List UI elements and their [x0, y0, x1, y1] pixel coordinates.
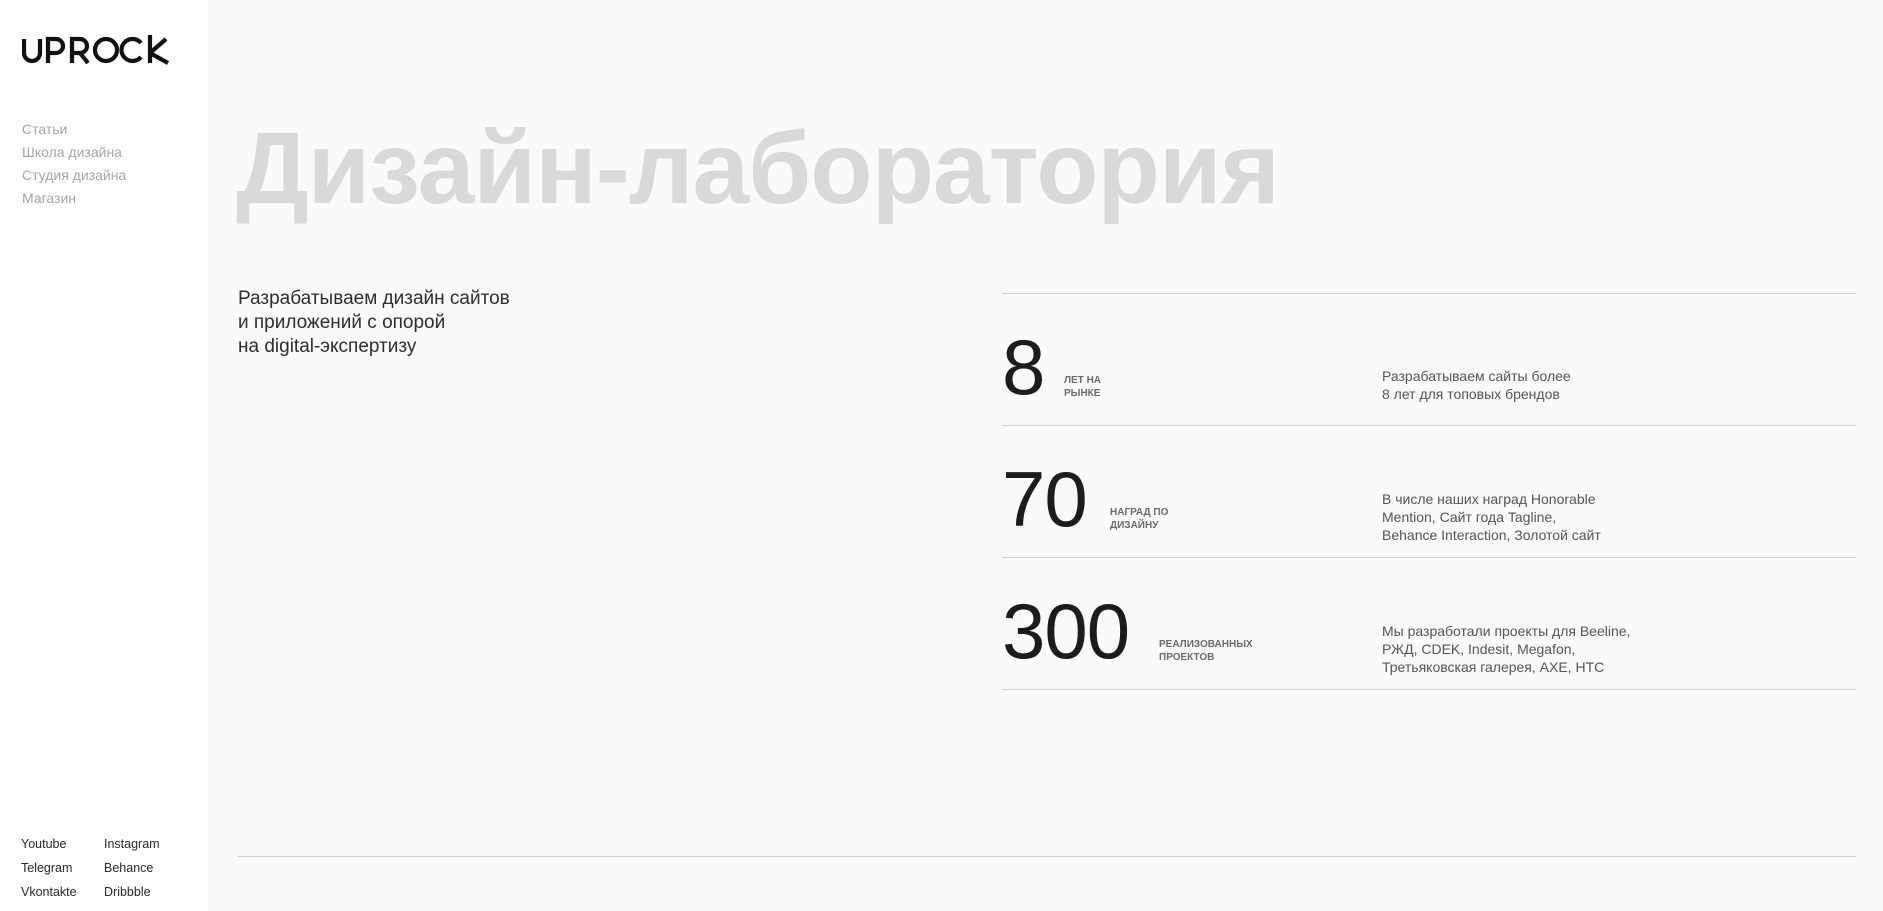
- stat-label-line: РЫНКЕ: [1064, 388, 1101, 399]
- stat-label-line: РЕАЛИЗОВАННЫХ: [1159, 639, 1253, 650]
- uprock-logo[interactable]: [21, 35, 178, 70]
- stat-number: 8: [1002, 323, 1045, 411]
- stat-description-line: В числе наших наград Honorable: [1382, 491, 1596, 507]
- hero-title: Дизайн-лаборатория: [236, 111, 1280, 225]
- main-nav: Статьи Школа дизайна Студия дизайна Мага…: [22, 118, 126, 210]
- stat-number: 70: [1002, 455, 1088, 543]
- nav-item-design-studio[interactable]: Студия дизайна: [22, 164, 126, 187]
- stat-description-line: Мы разработали проекты для Beeline,: [1382, 623, 1631, 639]
- stat-description-line: Mention, Сайт года Tagline,: [1382, 509, 1557, 525]
- social-link-telegram[interactable]: Telegram: [21, 859, 104, 878]
- stat-label-line: ПРОЕКТОВ: [1159, 652, 1215, 663]
- stat-label-line: ДИЗАЙНУ: [1110, 520, 1159, 531]
- stat-projects: 300 РЕАЛИЗОВАННЫХ ПРОЕКТОВ Мы разработал…: [1002, 558, 1856, 690]
- social-link-vkontakte[interactable]: Vkontakte: [21, 883, 104, 902]
- social-links: Youtube Instagram Telegram Behance Vkont…: [21, 835, 184, 902]
- sidebar: Статьи Школа дизайна Студия дизайна Мага…: [0, 0, 208, 911]
- stat-awards: 70 НАГРАД ПО ДИЗАЙНУ В числе наших награ…: [1002, 426, 1856, 558]
- stat-description-line: Третьяковская галерея, AXE, HTC: [1382, 659, 1605, 675]
- stat-description-line: 8 лет для топовых брендов: [1382, 386, 1560, 402]
- stat-description: Разрабатываем сайты более 8 лет для топо…: [1382, 367, 1571, 403]
- section-divider: [238, 856, 1856, 857]
- stat-label: РЕАЛИЗОВАННЫХ ПРОЕКТОВ: [1159, 638, 1253, 664]
- main-content: Дизайн-лаборатория Разрабатываем дизайн …: [208, 0, 1883, 911]
- social-link-instagram[interactable]: Instagram: [104, 835, 184, 854]
- hero-intro-line: на digital-экспертизу: [238, 336, 417, 357]
- stat-description-line: Behance Interaction, Золотой сайт: [1382, 527, 1601, 543]
- stat-years: 8 ЛЕТ НА РЫНКЕ Разрабатываем сайты более…: [1002, 294, 1856, 426]
- uprock-logo-mark: [21, 35, 170, 65]
- stats-list: 8 ЛЕТ НА РЫНКЕ Разрабатываем сайты более…: [1002, 293, 1856, 690]
- stat-description: Мы разработали проекты для Beeline, РЖД,…: [1382, 622, 1630, 676]
- nav-item-articles[interactable]: Статьи: [22, 118, 126, 141]
- stat-label-line: НАГРАД ПО: [1110, 507, 1169, 518]
- social-link-youtube[interactable]: Youtube: [21, 835, 104, 854]
- hero-intro-line: Разрабатываем дизайн сайтов: [238, 288, 510, 309]
- stat-description-line: РЖД, CDEK, Indesit, Megafon,: [1382, 641, 1576, 657]
- nav-item-shop[interactable]: Магазин: [22, 187, 126, 210]
- hero-intro: Разрабатываем дизайн сайтов и приложений…: [238, 287, 510, 359]
- hero-intro-line: и приложений с опорой: [238, 312, 446, 333]
- stat-description: В числе наших наград Honorable Mention, …: [1382, 490, 1601, 544]
- stat-description-line: Разрабатываем сайты более: [1382, 368, 1571, 384]
- social-link-dribbble[interactable]: Dribbble: [104, 883, 184, 902]
- nav-item-design-school[interactable]: Школа дизайна: [22, 141, 126, 164]
- stat-label: ЛЕТ НА РЫНКЕ: [1064, 374, 1101, 400]
- stat-label-line: ЛЕТ НА: [1064, 375, 1102, 386]
- social-link-behance[interactable]: Behance: [104, 859, 184, 878]
- stat-label: НАГРАД ПО ДИЗАЙНУ: [1110, 506, 1168, 532]
- stat-number: 300: [1002, 587, 1130, 675]
